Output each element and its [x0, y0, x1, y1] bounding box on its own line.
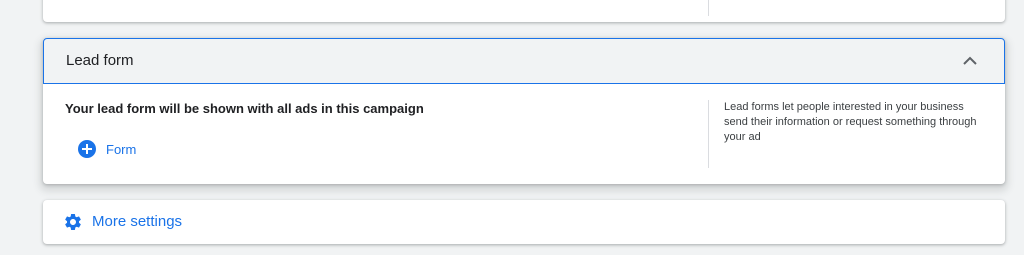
lead-form-help-text: Lead forms let people interested in your… [724, 101, 977, 143]
more-settings-button[interactable]: More settings [43, 200, 1005, 244]
add-circle-icon [78, 140, 96, 158]
add-form-button[interactable]: Form [78, 139, 136, 159]
section-divider [708, 0, 709, 16]
help-divider [708, 100, 709, 168]
previous-section-card [43, 0, 1005, 22]
more-settings-label: More settings [92, 213, 183, 230]
lead-form-description: Your lead form will be shown with all ad… [65, 101, 424, 116]
chevron-up-icon[interactable] [962, 54, 978, 68]
lead-form-section: Lead form Your lead form will be shown w… [43, 38, 1005, 184]
lead-form-header[interactable]: Lead form [43, 38, 1005, 84]
gear-icon [65, 214, 81, 230]
lead-form-title: Lead form [66, 52, 134, 69]
add-form-label: Form [106, 141, 137, 157]
